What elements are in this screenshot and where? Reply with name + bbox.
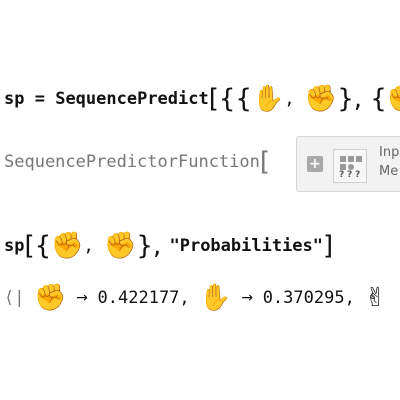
probability-value-2: 0.370295, (262, 288, 355, 308)
rock-hand-icon: ✊ (51, 231, 84, 261)
open-brackets: [{{ (208, 84, 252, 114)
association-open: ⟨ (4, 288, 15, 308)
variable-sp: sp (4, 89, 25, 109)
function-name: SequencePredict (55, 89, 209, 109)
close-brace: }, (136, 231, 170, 261)
output-line-2: ⟨| ✊ → 0.422177, ✋ → 0.370295, ✌ (4, 285, 400, 311)
probability-value-1: 0.422177, (97, 288, 190, 308)
equals-sign: = (24, 89, 56, 109)
scissors-hand-icon: ✌ (364, 283, 387, 313)
rock-hand-icon: ✊ (304, 84, 338, 114)
rule-arrow: → (241, 290, 254, 306)
expand-plus-icon[interactable]: + (307, 156, 323, 172)
rock-hand-icon: ✊ (34, 283, 67, 313)
property-string: "Probabilities" (169, 236, 324, 256)
panel-label-input: Inp (379, 145, 400, 160)
predictor-icon: ? ? ? (333, 149, 367, 183)
panel-label-method: Me (379, 164, 399, 179)
variable-sp: sp (4, 236, 25, 256)
brace-separator: }, { (337, 84, 387, 114)
paper-hand-icon: ✋ (251, 84, 285, 114)
output-head: SequencePredictorFunction (4, 152, 260, 172)
hand-icon-partial: ✊ (387, 84, 400, 114)
input-line-2[interactable]: sp[{✊, ✊}, "Probabilities"] (4, 231, 400, 261)
rock-hand-icon: ✊ (104, 231, 137, 261)
rule-arrow: → (76, 290, 88, 306)
paper-hand-icon: ✋ (199, 283, 232, 313)
predictor-summary-panel: + ? ? ? Inp Me (296, 136, 400, 192)
input-line-1[interactable]: sp = SequencePredict[{{✋, ✊}, {✊ (4, 84, 400, 114)
separator: , (284, 89, 305, 109)
close-bracket: ] (323, 231, 334, 261)
output-bracket: [ (259, 147, 271, 177)
separator: , (83, 236, 105, 256)
open-brackets: [{ (24, 231, 52, 261)
association-bar: | (14, 288, 25, 308)
